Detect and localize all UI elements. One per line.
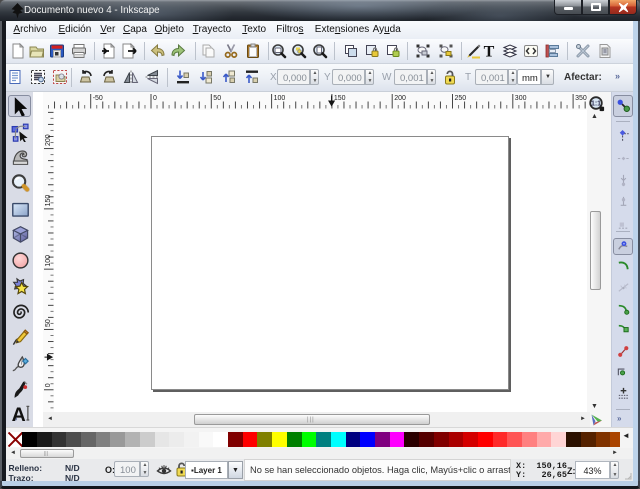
svg-text:1:1: 1:1 [591,101,601,108]
svg-text:100: 100 [45,255,52,267]
svg-text:50: 50 [213,95,221,102]
svg-text:50: 50 [45,319,52,327]
svg-text:0: 0 [45,383,52,387]
svg-text:250: 250 [455,95,467,102]
svg-text:350: 350 [575,95,587,102]
svg-text:100: 100 [274,95,286,102]
svg-text:300: 300 [515,95,527,102]
svg-text:200: 200 [45,134,52,146]
svg-text:-50: -50 [93,95,103,102]
svg-text:200: 200 [394,95,406,102]
svg-text:A: A [11,404,25,423]
svg-text:0: 0 [153,95,157,102]
svg-text:T: T [484,44,495,60]
svg-text:150: 150 [334,95,346,102]
svg-text:150: 150 [45,195,52,207]
